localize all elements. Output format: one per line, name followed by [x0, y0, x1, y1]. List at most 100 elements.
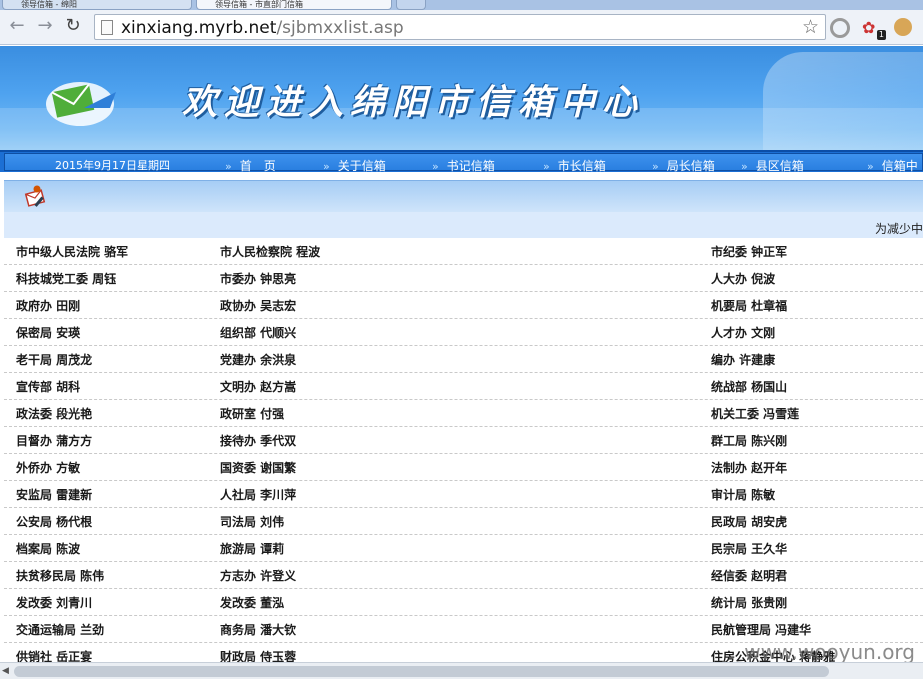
browser-toolbar: ← → ↻ xinxiang.myrb.net/sjbmxxlist.asp ☆… [0, 10, 923, 45]
scroll-left-icon[interactable]: ◀ [2, 666, 9, 676]
nav-label: 关于信箱 [337, 159, 386, 173]
dept-link[interactable]: 老干局 周茂龙 [16, 351, 92, 368]
dept-link[interactable]: 司法局 刘伟 [220, 513, 284, 530]
dept-link[interactable]: 民宗局 王久华 [711, 540, 787, 557]
table-row: 政法委 段光艳 政研室 付强 机关工委 冯雪莲 [4, 400, 923, 427]
dept-link[interactable]: 方志办 许登义 [220, 567, 296, 584]
nav-label: 书记信箱 [446, 159, 495, 173]
nav-label: 县区信箱 [755, 159, 804, 173]
dept-link[interactable]: 机关工委 冯雪莲 [711, 405, 799, 422]
dept-link[interactable]: 市人民检察院 程波 [220, 243, 320, 260]
mail-pen-icon [24, 185, 46, 207]
dept-link[interactable]: 人大办 倪波 [711, 270, 775, 287]
dept-link[interactable]: 群工局 陈兴刚 [711, 432, 787, 449]
table-row: 交通运输局 兰劲 商务局 潘大钦 民航管理局 冯建华 [4, 616, 923, 643]
dept-link[interactable]: 旅游局 谭莉 [220, 540, 284, 557]
dept-link[interactable]: 民航管理局 冯建华 [711, 621, 811, 638]
nav-label: 市长信箱 [557, 159, 606, 173]
scrolling-notice: 为减少中 [874, 222, 923, 236]
dept-link[interactable]: 政法委 段光艳 [16, 405, 92, 422]
reload-button[interactable]: ↻ [62, 15, 84, 37]
url-text[interactable]: xinxiang.myrb.net/sjbmxxlist.asp [121, 18, 404, 38]
dept-link[interactable]: 市纪委 钟正军 [711, 243, 787, 260]
table-row: 发改委 刘青川 发改委 董泓 统计局 张贵刚 [4, 589, 923, 616]
dept-link[interactable]: 目督办 蒲方方 [16, 432, 92, 449]
banner-building-graphic [763, 52, 923, 150]
address-bar[interactable]: xinxiang.myrb.net/sjbmxxlist.asp ☆ [94, 14, 826, 40]
table-row: 外侨办 方敏 国资委 谢国繁 法制办 赵开年 [4, 454, 923, 481]
extension-circle-icon[interactable] [830, 18, 850, 38]
nav-date: 2015年9月17日星期四 [55, 159, 170, 172]
url-path: /sjbmxxlist.asp [276, 18, 404, 38]
site-banner: 欢迎进入绵阳市信箱中心 [0, 46, 923, 150]
dept-link[interactable]: 公安局 杨代根 [16, 513, 92, 530]
dept-link[interactable]: 市委办 钟思亮 [220, 270, 296, 287]
dept-link[interactable]: 供销社 岳正宴 [16, 648, 92, 662]
dept-link[interactable]: 商务局 潘大钦 [220, 621, 296, 638]
table-row: 老干局 周茂龙 党建办 余洪泉 编办 许建康 [4, 346, 923, 373]
dept-link[interactable]: 政府办 田刚 [16, 297, 80, 314]
dept-link[interactable]: 统战部 杨国山 [711, 378, 787, 395]
dept-link[interactable]: 政协办 吴志宏 [220, 297, 296, 314]
table-row: 宣传部 胡科 文明办 赵方嵩 统战部 杨国山 [4, 373, 923, 400]
dept-link[interactable]: 档案局 陈波 [16, 540, 80, 557]
watermark: www.wooyun.org [744, 640, 915, 664]
url-host: xinxiang.myrb.net [121, 18, 277, 38]
dept-link[interactable]: 组织部 代顺兴 [220, 324, 296, 341]
dept-link[interactable]: 宣传部 胡科 [16, 378, 80, 395]
dept-link[interactable]: 文明办 赵方嵩 [220, 378, 296, 395]
dept-link[interactable]: 科技城党工委 周钰 [16, 270, 116, 287]
main-nav-inner: 2015年9月17日星期四 » 首 页 » 关于信箱 » 书记信箱 » 市长信箱 » 局长… [4, 153, 923, 173]
dept-link[interactable]: 人才办 文刚 [711, 324, 775, 341]
table-row: 档案局 陈波 旅游局 谭莉 民宗局 王久华 [4, 535, 923, 562]
table-row: 公安局 杨代根 司法局 刘伟 民政局 胡安虎 [4, 508, 923, 535]
main-nav: 2015年9月17日星期四 » 首 页 » 关于信箱 » 书记信箱 » 市长信箱 » 局长… [0, 150, 923, 173]
dept-link[interactable]: 机要局 杜章福 [711, 297, 787, 314]
dept-link[interactable]: 外侨办 方敏 [16, 459, 80, 476]
panel-header [4, 180, 923, 212]
dept-link[interactable]: 国资委 谢国繁 [220, 459, 296, 476]
dept-link[interactable]: 民政局 胡安虎 [711, 513, 787, 530]
dept-link[interactable]: 安监局 雷建新 [16, 486, 92, 503]
dept-link[interactable]: 政研室 付强 [220, 405, 284, 422]
new-tab-button[interactable] [396, 0, 426, 10]
department-directory: 市中级人民法院 骆军 市人民检察院 程波 市纪委 钟正军 科技城党工委 周钰 市委办 … [4, 238, 923, 662]
nav-spacer [0, 172, 923, 180]
dept-link[interactable]: 市中级人民法院 骆军 [16, 243, 128, 260]
page-icon [101, 20, 113, 35]
dept-link[interactable]: 人社局 李川萍 [220, 486, 296, 503]
dept-link[interactable]: 扶贫移民局 陈伟 [16, 567, 104, 584]
horizontal-scrollbar[interactable]: ◀ [0, 662, 923, 679]
cookie-icon[interactable] [894, 18, 912, 36]
envelope-logo-icon [46, 82, 116, 126]
dept-link[interactable]: 财政局 侍玉蓉 [220, 648, 296, 662]
tab-strip: 领导信箱 - 绵阳 领导信箱 - 市直部门信箱 [0, 0, 923, 10]
extension-badge: 1 [876, 30, 886, 40]
dept-link[interactable]: 经信委 赵明君 [711, 567, 787, 584]
extension-share-icon[interactable]: ✿ 1 [862, 18, 886, 40]
dept-link[interactable]: 审计局 陈敏 [711, 486, 775, 503]
table-row: 市中级人民法院 骆军 市人民检察院 程波 市纪委 钟正军 [4, 238, 923, 265]
banner-title: 欢迎进入绵阳市信箱中心 [182, 82, 645, 123]
table-row: 政府办 田刚 政协办 吴志宏 机要局 杜章福 [4, 292, 923, 319]
dept-link[interactable]: 编办 许建康 [711, 351, 775, 368]
table-row: 扶贫移民局 陈伟 方志办 许登义 经信委 赵明君 [4, 562, 923, 589]
table-row: 科技城党工委 周钰 市委办 钟思亮 人大办 倪波 [4, 265, 923, 292]
nav-label: 信箱中 [881, 159, 918, 173]
browser-tab-2[interactable]: 领导信箱 - 市直部门信箱 [196, 0, 392, 10]
dept-link[interactable]: 交通运输局 兰劲 [16, 621, 104, 638]
dept-link[interactable]: 党建办 余洪泉 [220, 351, 296, 368]
browser-tab-1[interactable]: 领导信箱 - 绵阳 [2, 0, 192, 10]
forward-button[interactable]: → [34, 15, 56, 37]
dept-link[interactable]: 法制办 赵开年 [711, 459, 787, 476]
back-button[interactable]: ← [6, 15, 28, 37]
bookmark-star-icon[interactable]: ☆ [802, 16, 819, 38]
dept-link[interactable]: 发改委 刘青川 [16, 594, 92, 611]
dept-link[interactable]: 接待办 季代双 [220, 432, 296, 449]
dept-link[interactable]: 保密局 安瑛 [16, 324, 80, 341]
notice-band: 为减少中 [4, 212, 923, 238]
scrollbar-thumb[interactable] [14, 666, 829, 677]
dept-link[interactable]: 发改委 董泓 [220, 594, 284, 611]
table-row: 保密局 安瑛 组织部 代顺兴 人才办 文刚 [4, 319, 923, 346]
dept-link[interactable]: 统计局 张贵刚 [711, 594, 787, 611]
